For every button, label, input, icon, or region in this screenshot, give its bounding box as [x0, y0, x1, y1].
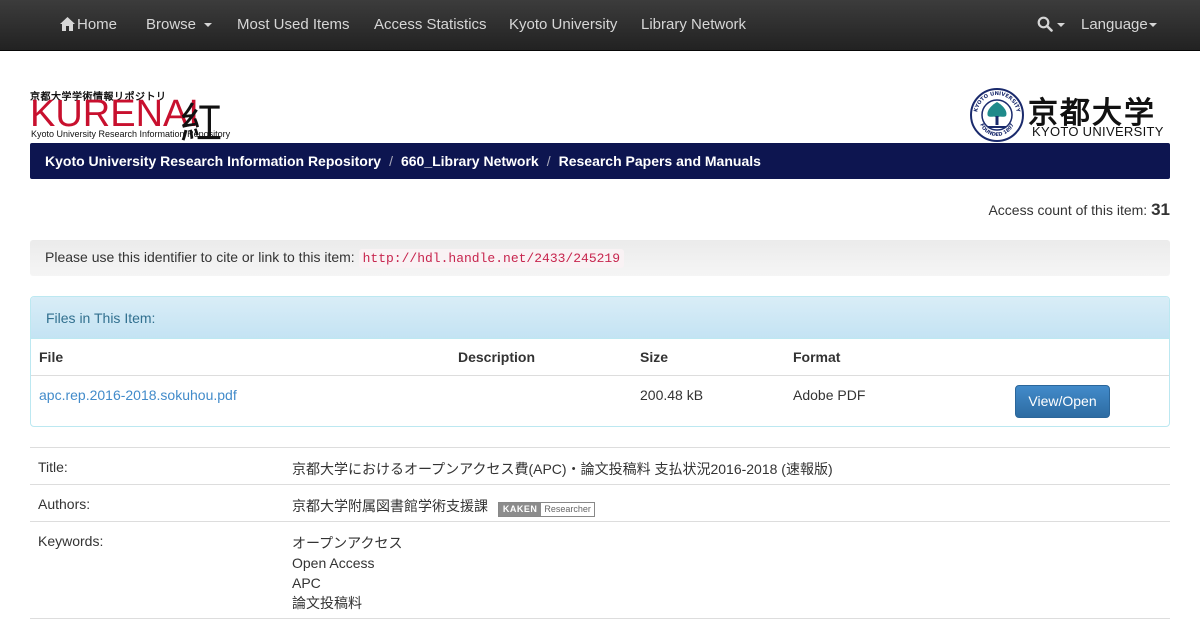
files-panel: Files in This Item: File Description Siz… — [30, 296, 1170, 427]
search-icon — [1037, 16, 1053, 32]
access-count-label: Access count of this item: — [988, 202, 1148, 218]
nav-browse-label: Browse — [146, 16, 197, 33]
keyword-item[interactable]: Open Access — [292, 553, 402, 573]
identifier-well: Please use this identifier to cite or li… — [30, 240, 1170, 276]
university-name-en: KYOTO UNIVERSITY — [1032, 124, 1164, 139]
table-divider — [31, 375, 1169, 376]
breadcrumb-separator: / — [389, 153, 393, 169]
breadcrumb: Kyoto University Research Information Re… — [30, 143, 1170, 179]
file-link[interactable]: apc.rep.2016-2018.sokuhou.pdf — [39, 387, 237, 403]
kurenai-logo[interactable]: 京都大学学術情報リポジトリ KURENAI 紅 Kyoto University… — [30, 88, 230, 148]
identifier-label: Please use this identifier to cite or li… — [45, 249, 355, 265]
nav-language-label: Language — [1081, 16, 1148, 33]
author-name[interactable]: 京都大学附属図書館学術支援課 — [292, 498, 488, 514]
logo-kanji: 紅 — [180, 99, 223, 148]
view-open-button[interactable]: View/Open — [1015, 385, 1110, 418]
top-navbar: Home Browse Most Used Items Access Stati… — [0, 0, 1200, 51]
file-format: Adobe PDF — [793, 387, 866, 403]
metadata-row-authors: Authors: 京都大学附属図書館学術支援課 KAKEN Researcher — [30, 484, 1170, 521]
title-value: 京都大学におけるオープンアクセス費(APC)・論文投稿料 支払状況2016-20… — [292, 461, 833, 477]
nav-browse[interactable]: Browse — [146, 0, 213, 50]
access-count-value: 31 — [1151, 200, 1170, 219]
nav-home-label: Home — [77, 16, 118, 33]
breadcrumb-item-library-network[interactable]: 660_Library Network — [401, 153, 539, 169]
column-header-format: Format — [793, 349, 841, 365]
column-header-description: Description — [458, 349, 536, 365]
nav-most-used[interactable]: Most Used Items — [237, 0, 350, 50]
nav-library-network[interactable]: Library Network — [641, 0, 746, 50]
column-header-file: File — [39, 349, 64, 365]
logo-subtitle: Kyoto University Research Information Re… — [31, 129, 231, 139]
keyword-item[interactable]: APC — [292, 573, 402, 593]
metadata-row-keywords: Keywords: オープンアクセス Open Access APC 論文投稿料 — [30, 521, 1170, 619]
university-seal-icon: KYOTO UNIVERSITY FOUNDED 1897 — [970, 88, 1024, 142]
authors-value-cell: 京都大学附属図書館学術支援課 KAKEN Researcher — [292, 496, 595, 517]
chevron-down-icon — [1057, 23, 1065, 28]
access-count: Access count of this item: 31 — [988, 200, 1170, 220]
authors-label: Authors: — [38, 496, 91, 512]
keywords-value: オープンアクセス Open Access APC 論文投稿料 — [292, 533, 402, 613]
files-panel-heading: Files in This Item: — [31, 297, 1169, 339]
nav-search-toggle[interactable] — [1037, 0, 1065, 50]
kaken-badge-label: KAKEN — [498, 503, 542, 516]
file-link-cell: apc.rep.2016-2018.sokuhou.pdf — [39, 387, 237, 403]
file-size: 200.48 kB — [640, 387, 704, 403]
nav-language[interactable]: Language — [1081, 0, 1157, 50]
kyoto-university-logo[interactable]: KYOTO UNIVERSITY FOUNDED 1897 京都大学 KYOTO… — [970, 88, 1170, 142]
nav-kyoto-university[interactable]: Kyoto University — [509, 0, 617, 50]
keywords-label: Keywords: — [38, 533, 104, 549]
breadcrumb-separator: / — [546, 153, 551, 169]
column-header-size: Size — [640, 349, 669, 365]
title-label: Title: — [38, 459, 68, 475]
identifier-url[interactable]: http://hdl.handle.net/2433/245219 — [358, 249, 625, 268]
home-icon — [60, 17, 75, 31]
keyword-item[interactable]: オープンアクセス — [292, 533, 402, 553]
kaken-researcher-badge[interactable]: KAKEN Researcher — [497, 502, 595, 517]
metadata-row-title: Title: 京都大学におけるオープンアクセス費(APC)・論文投稿料 支払状況… — [30, 447, 1170, 484]
breadcrumb-item-repository[interactable]: Kyoto University Research Information Re… — [45, 153, 381, 169]
nav-access-statistics[interactable]: Access Statistics — [374, 0, 487, 50]
chevron-down-icon — [204, 23, 213, 28]
kaken-badge-sublabel: Researcher — [541, 503, 594, 516]
nav-home[interactable]: Home — [60, 0, 117, 50]
chevron-down-icon — [1148, 23, 1157, 28]
breadcrumb-item-research-papers[interactable]: Research Papers and Manuals — [559, 153, 761, 169]
keyword-item[interactable]: 論文投稿料 — [292, 593, 402, 613]
